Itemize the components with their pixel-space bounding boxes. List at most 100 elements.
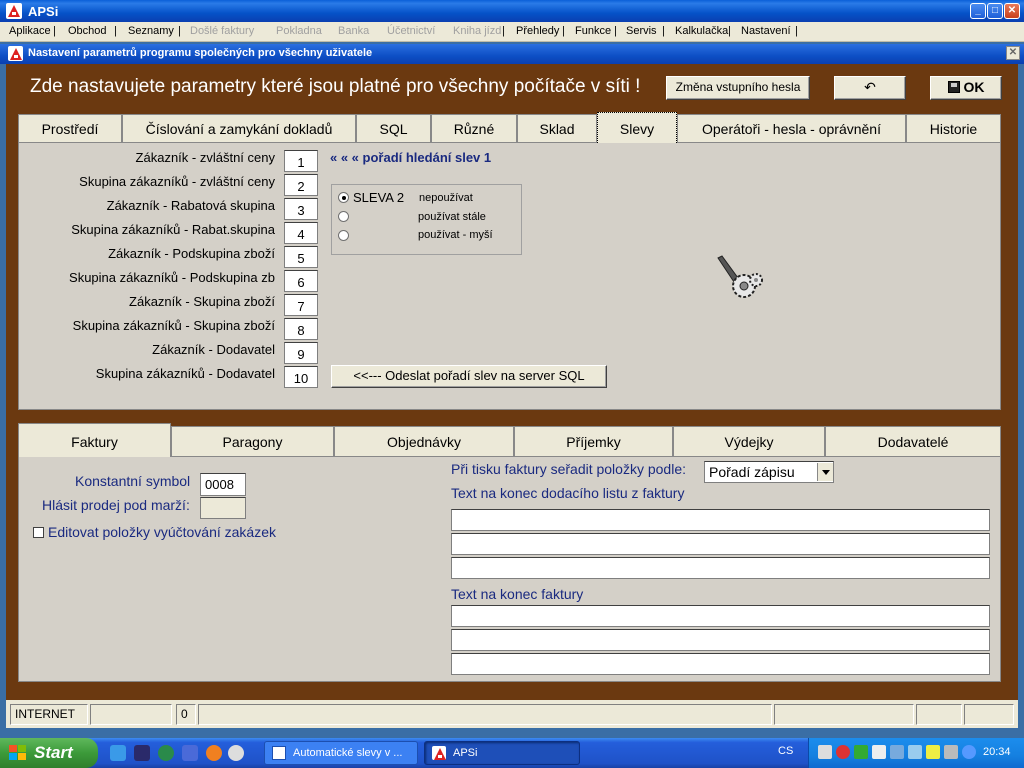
delivery-note-text-line-2[interactable] [451, 533, 990, 555]
menu-seznamy[interactable]: Seznamy [128, 25, 174, 37]
close-button[interactable]: ✕ [1004, 3, 1020, 19]
menu-aplikace[interactable]: Aplikace [9, 25, 51, 37]
tab-faktury[interactable]: Faktury [18, 423, 171, 457]
task-apsi[interactable]: APSi [424, 741, 580, 765]
menu-separator: | [114, 25, 117, 37]
network-icon[interactable] [182, 745, 198, 761]
tab-cislovani[interactable]: Číslování a zamykání dokladů [122, 114, 356, 142]
tab-dodavatele[interactable]: Dodavatelé [825, 426, 1001, 456]
delivery-note-text-line-1[interactable] [451, 509, 990, 531]
undo-button[interactable]: ↶ [834, 76, 906, 100]
status-cell [774, 704, 914, 725]
delivery-note-text-line-3[interactable] [451, 557, 990, 579]
firefox-icon[interactable] [206, 745, 222, 761]
send-discount-order-button[interactable]: <<--- Odeslat pořadí slev na server SQL [331, 365, 607, 388]
tray-app-icon[interactable] [926, 745, 940, 759]
minimize-button[interactable]: _ [970, 3, 986, 19]
chevron-down-icon[interactable] [817, 463, 833, 481]
tray-app-icon[interactable] [944, 745, 958, 759]
discount-label: Zákazník - zvláštní ceny [135, 150, 275, 165]
discount-order-input[interactable]: 1 [284, 150, 318, 172]
discount-order-input[interactable]: 8 [284, 318, 318, 340]
menu-pokladna[interactable]: Pokladna [276, 25, 322, 37]
network-icon[interactable] [908, 745, 922, 759]
menu-ucetnictvi[interactable]: Účetnictví [387, 25, 435, 37]
constant-symbol-input[interactable]: 0008 [200, 473, 246, 496]
menu-banka[interactable]: Banka [338, 25, 369, 37]
sleva2-radio-nepouzivat[interactable] [338, 192, 349, 203]
sleva2-option-label: používat stále [418, 211, 486, 223]
invoice-end-text-line-3[interactable] [451, 653, 990, 675]
discount-order-input[interactable]: 7 [284, 294, 318, 316]
menu-nastaveni[interactable]: Nastavení [741, 25, 791, 37]
menu-separator: | [562, 25, 565, 37]
discount-label: Skupina zákazníků - Rabat.skupina [71, 222, 275, 237]
discount-order-input[interactable]: 2 [284, 174, 318, 196]
discount-order-input[interactable]: 10 [284, 366, 318, 388]
menu-dosle-faktury[interactable]: Došlé faktury [190, 25, 254, 37]
sleva2-radio-mysi[interactable] [338, 230, 349, 241]
sort-items-label: Při tisku faktury seřadit položky podle: [451, 461, 686, 477]
tab-slevy[interactable]: Slevy [597, 112, 677, 143]
sleva2-name: SLEVA 2 [353, 190, 405, 205]
apsi-logo-icon [432, 746, 446, 760]
menu-kalkulacka[interactable]: Kalkulačka [675, 25, 728, 37]
sleva2-radio-stale[interactable] [338, 211, 349, 222]
task-automaticke-slevy[interactable]: Automatické slevy v ... [264, 741, 418, 765]
tab-objednavky[interactable]: Objednávky [334, 426, 514, 456]
tab-historie[interactable]: Historie [906, 114, 1001, 142]
sort-items-select[interactable]: Pořadí zápisu [704, 461, 834, 483]
discount-label: Zákazník - Podskupina zboží [108, 246, 275, 261]
invoice-end-text-line-1[interactable] [451, 605, 990, 627]
save-disk-icon[interactable] [134, 745, 150, 761]
network-icon[interactable] [890, 745, 904, 759]
discount-label: Skupina zákazníků - Skupina zboží [72, 318, 275, 333]
tray-security-icon[interactable] [836, 745, 850, 759]
menu-separator: | [178, 25, 181, 37]
discount-label: Skupina zákazníků - Dodavatel [95, 366, 275, 381]
clock: 20:34 [983, 746, 1011, 758]
edit-items-checkbox[interactable] [33, 527, 44, 538]
menu-obchod[interactable]: Obchod [68, 25, 107, 37]
tab-ruzne[interactable]: Různé [431, 114, 517, 142]
tab-operatori[interactable]: Operátoři - hesla - oprávnění [677, 114, 906, 142]
language-indicator[interactable]: CS [778, 745, 793, 757]
banner-text: Zde nastavujete parametry které jsou pla… [30, 76, 641, 97]
busy-cursor-gear-icon [717, 255, 763, 298]
discount-order-title: « « « pořadí hledání slev 1 [330, 150, 492, 165]
report-below-margin-input[interactable] [200, 497, 246, 519]
status-connection: INTERNET [10, 704, 88, 725]
tray-app-icon[interactable] [854, 745, 868, 759]
speaker-icon[interactable] [872, 745, 886, 759]
media-player-icon[interactable] [228, 745, 244, 761]
app-title: APSi [28, 4, 59, 19]
discount-order-input[interactable]: 9 [284, 342, 318, 364]
tab-prostredi[interactable]: Prostředí [18, 114, 122, 142]
menu-servis[interactable]: Servis [626, 25, 657, 37]
edit-items-label: Editovat položky vyúčtování zakázek [48, 524, 277, 540]
tray-app-icon[interactable] [818, 745, 832, 759]
discount-order-input[interactable]: 6 [284, 270, 318, 292]
discount-order-input[interactable]: 3 [284, 198, 318, 220]
tab-paragony[interactable]: Paragony [171, 426, 334, 456]
maximize-button[interactable]: □ [987, 3, 1003, 19]
discount-order-input[interactable]: 4 [284, 222, 318, 244]
tab-sklad[interactable]: Sklad [517, 114, 597, 142]
word-document-icon [272, 746, 286, 760]
windows-flag-icon [9, 745, 26, 760]
invoice-end-text-line-2[interactable] [451, 629, 990, 651]
tab-prijemky[interactable]: Příjemky [514, 426, 673, 456]
menu-prehledy[interactable]: Přehledy [516, 25, 559, 37]
globe-icon[interactable] [158, 745, 174, 761]
menu-funkce[interactable]: Funkce [575, 25, 611, 37]
tab-sql[interactable]: SQL [356, 114, 431, 142]
menu-kniha-jizd[interactable]: Kniha jízd [453, 25, 501, 37]
discount-order-input[interactable]: 5 [284, 246, 318, 268]
tray-app-icon[interactable] [962, 745, 976, 759]
ok-button[interactable]: OK [930, 76, 1002, 100]
tab-vydejky[interactable]: Výdejky [673, 426, 825, 456]
dialog-close-button[interactable]: ✕ [1006, 46, 1020, 60]
show-desktop-icon[interactable] [110, 745, 126, 761]
change-password-button[interactable]: Změna vstupního hesla [666, 76, 810, 100]
status-cell [90, 704, 172, 725]
